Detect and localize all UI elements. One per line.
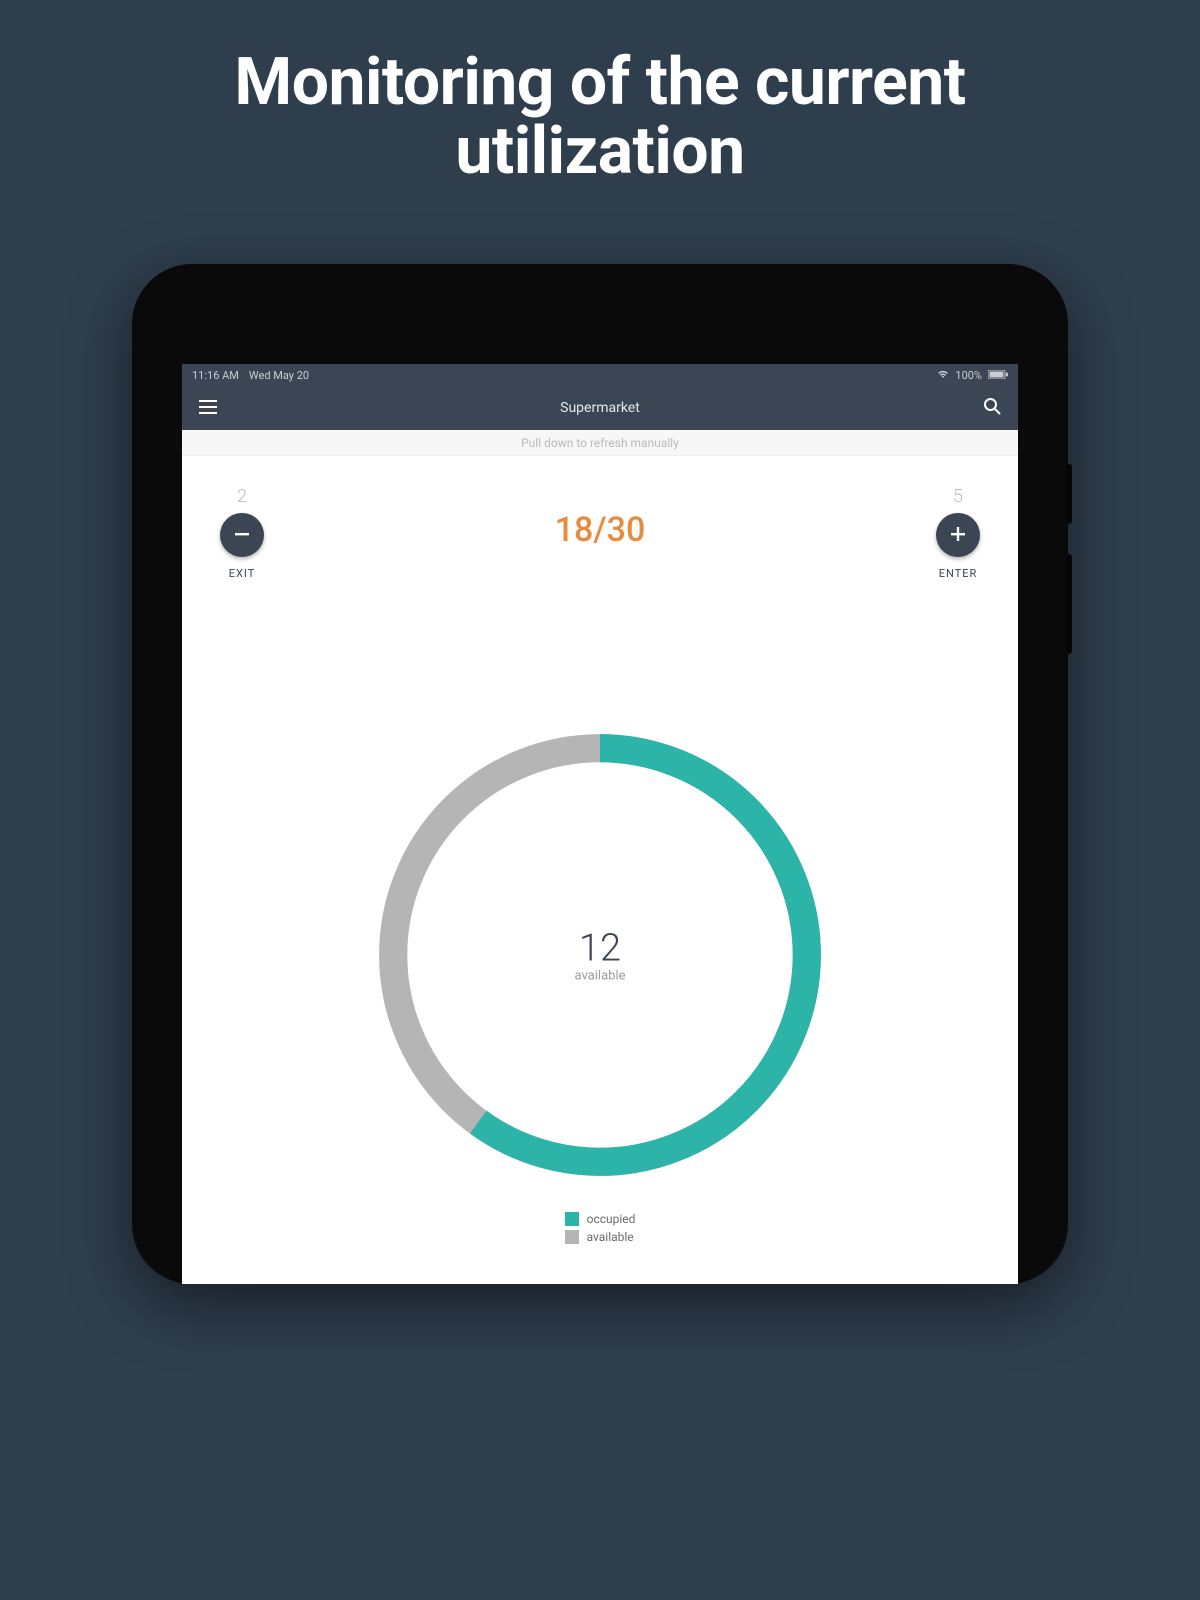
tablet-hw-button-1 <box>1066 464 1072 524</box>
battery-icon <box>988 369 1008 382</box>
main-content: 2 EXIT 18/30 5 E <box>182 456 1018 1284</box>
enter-button[interactable] <box>936 513 980 557</box>
exit-label: EXIT <box>229 567 256 580</box>
exit-pending-count: 2 <box>237 486 247 507</box>
available-count: 12 <box>575 927 626 971</box>
counter-row: 2 EXIT 18/30 5 E <box>212 486 988 580</box>
minus-icon <box>232 521 252 549</box>
status-battery-pct: 100% <box>955 369 982 382</box>
legend-label-available: available <box>587 1230 634 1244</box>
donut-center: 12 available <box>575 927 626 984</box>
legend-swatch-available <box>565 1230 579 1244</box>
promo-headline: Monitoring of the current utilization <box>0 0 1200 187</box>
search-button[interactable] <box>980 396 1004 420</box>
refresh-hint-text: Pull down to refresh manually <box>521 436 679 450</box>
app-bar: Supermarket <box>182 386 1018 430</box>
legend-item-available: available <box>565 1230 636 1244</box>
available-label: available <box>575 969 626 984</box>
plus-icon <box>948 521 968 549</box>
menu-button[interactable] <box>196 396 220 420</box>
occupancy-ratio: 18/30 <box>555 486 646 550</box>
tablet-bezel: 11:16 AM Wed May 20 100% Supermarket <box>132 264 1068 1284</box>
pull-refresh-hint: Pull down to refresh manually <box>182 430 1018 456</box>
app-title: Supermarket <box>220 400 980 416</box>
search-icon <box>983 397 1001 419</box>
tablet-hw-button-2 <box>1066 554 1072 654</box>
promo-line1: Monitoring of the current <box>234 44 965 121</box>
promo-line2: utilization <box>455 113 744 190</box>
exit-control: 2 EXIT <box>212 486 272 580</box>
chart-legend: occupied available <box>565 1212 636 1244</box>
device-screen: 11:16 AM Wed May 20 100% Supermarket <box>182 364 1018 1284</box>
hamburger-icon <box>199 399 217 418</box>
legend-swatch-occupied <box>565 1212 579 1226</box>
exit-button[interactable] <box>220 513 264 557</box>
donut-chart: 12 available <box>365 720 835 1190</box>
enter-control: 5 ENTER <box>928 486 988 580</box>
legend-label-occupied: occupied <box>587 1212 636 1226</box>
status-time: 11:16 AM <box>192 369 239 382</box>
wifi-icon <box>937 369 949 382</box>
status-date: Wed May 20 <box>249 369 309 382</box>
enter-label: ENTER <box>939 567 978 580</box>
status-bar: 11:16 AM Wed May 20 100% <box>182 364 1018 386</box>
utilization-chart: 12 available occupied available <box>212 720 988 1244</box>
enter-pending-count: 5 <box>953 486 963 507</box>
legend-item-occupied: occupied <box>565 1212 636 1226</box>
